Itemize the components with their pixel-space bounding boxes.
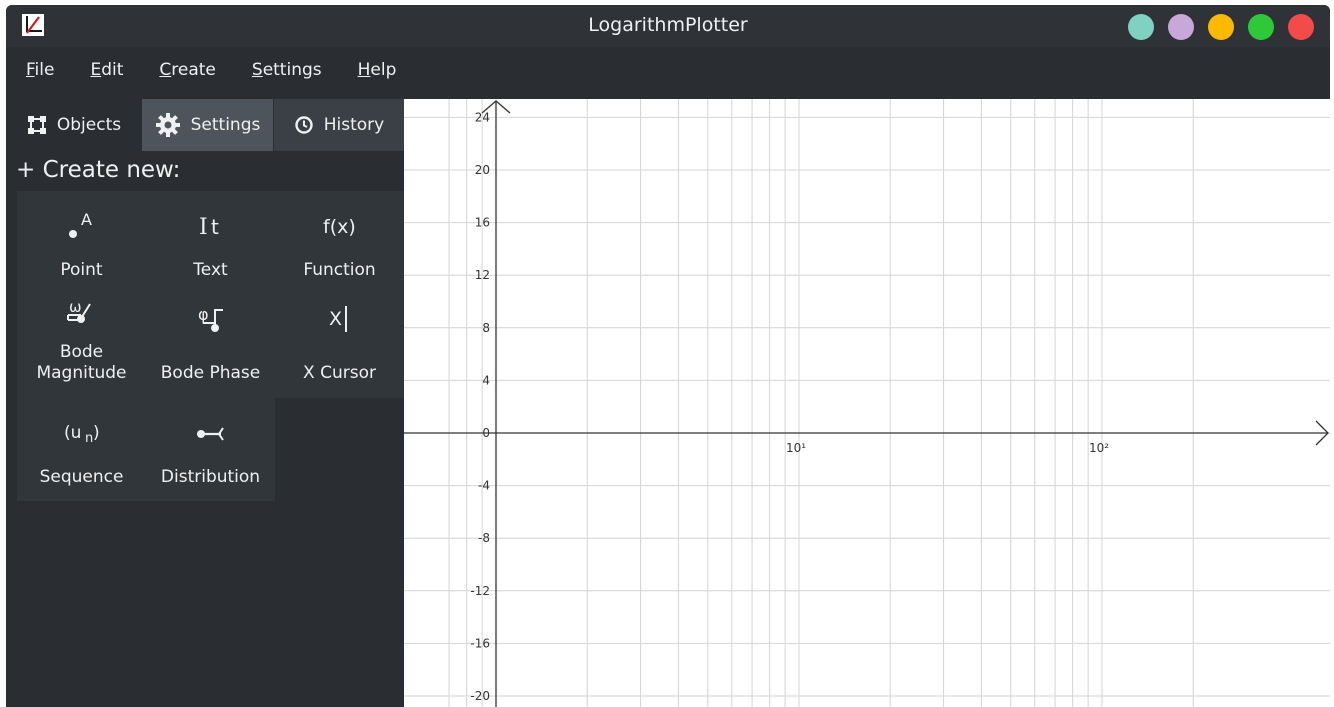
menu-edit[interactable]: Edit — [90, 53, 123, 89]
svg-text:(u: (u — [64, 423, 81, 443]
svg-text:ω: ω — [69, 298, 82, 316]
tab-objects[interactable]: Objects — [6, 99, 142, 151]
y-tick-label: -12 — [470, 584, 490, 598]
y-tick-label: 20 — [475, 163, 490, 177]
create-sequence-button[interactable]: (u n ) Sequence — [17, 398, 146, 501]
sidebar-tabs: Objects Settings History — [6, 99, 404, 151]
create-bode-magnitude-label: Bode Magnitude — [36, 342, 127, 383]
menu-help[interactable]: Help — [358, 53, 397, 89]
minimize-button[interactable] — [1208, 14, 1234, 40]
y-tick-label: 16 — [475, 216, 490, 230]
tab-settings[interactable]: Settings — [142, 99, 273, 151]
create-bode-phase-button[interactable]: φ Bode Phase — [146, 294, 275, 397]
create-point-button[interactable]: A Point — [17, 191, 146, 294]
y-tick-label: 4 — [482, 373, 490, 387]
window-button-lilac[interactable] — [1168, 14, 1194, 40]
create-function-button[interactable]: f(x) Function — [275, 191, 404, 294]
svg-text:f(x): f(x) — [323, 216, 356, 238]
y-tick-label: -20 — [470, 689, 490, 703]
y-tick-label: 12 — [475, 268, 490, 282]
tab-settings-label: Settings — [190, 115, 261, 135]
y-tick-label: 8 — [482, 321, 490, 335]
svg-text:A: A — [81, 210, 92, 229]
create-distribution-label: Distribution — [160, 467, 261, 487]
text-icon: I t — [146, 209, 275, 243]
x-cursor-icon: X — [275, 302, 404, 336]
svg-text:X: X — [329, 308, 342, 330]
x-tick-label: 10² — [1089, 441, 1109, 455]
create-distribution-button[interactable]: Distribution — [146, 398, 275, 501]
bode-magnitude-icon: ω — [17, 298, 146, 332]
sidebar: Objects Settings History + Create new: A… — [6, 99, 404, 707]
maximize-button[interactable] — [1248, 14, 1274, 40]
plot-svg[interactable]: 24 20 16 12 8 4 0 -4 -8 -12 -16 -20 10¹ 10² — [404, 99, 1330, 707]
svg-text:φ: φ — [198, 305, 209, 324]
create-sequence-label: Sequence — [39, 467, 124, 487]
svg-text:n: n — [85, 431, 93, 446]
svg-text:): ) — [93, 423, 100, 443]
create-text-label: Text — [193, 260, 228, 280]
point-icon: A — [17, 209, 146, 243]
svg-text:I: I — [199, 215, 208, 240]
x-tick-label: 10¹ — [786, 441, 806, 455]
create-point-label: Point — [60, 260, 103, 280]
create-bode-magnitude-button[interactable]: ω Bode Magnitude — [17, 294, 146, 397]
tab-objects-label: Objects — [56, 115, 122, 135]
app-window: LogarithmPlotter File Edit Create Settin… — [6, 5, 1330, 707]
y-tick-label: -16 — [470, 636, 490, 650]
create-bode-phase-label: Bode Phase — [160, 363, 261, 383]
create-x-cursor-button[interactable]: X X Cursor — [275, 294, 404, 397]
menu-create[interactable]: Create — [159, 53, 216, 89]
svg-text:t: t — [211, 215, 219, 239]
create-text-button[interactable]: I t Text — [146, 191, 275, 294]
clock-icon — [294, 115, 314, 135]
distribution-icon — [146, 416, 275, 450]
gear-icon — [155, 112, 181, 138]
create-object-grid: A Point I t Text f(x) Function ω Bode Ma… — [17, 191, 404, 501]
tab-history-label: History — [323, 115, 385, 135]
sequence-icon: (u n ) — [17, 416, 146, 450]
y-tick-label: -4 — [478, 479, 490, 493]
y-tick-label: -8 — [478, 531, 490, 545]
window-button-teal[interactable] — [1128, 14, 1154, 40]
menu-file[interactable]: File — [26, 53, 54, 89]
window-controls — [1128, 14, 1314, 40]
plot-canvas[interactable]: 24 20 16 12 8 4 0 -4 -8 -12 -16 -20 10¹ 10² — [404, 99, 1330, 707]
close-button[interactable] — [1288, 14, 1314, 40]
create-new-title: + Create new: — [16, 157, 181, 183]
tab-history[interactable]: History — [274, 99, 404, 151]
bode-phase-icon: φ — [146, 302, 275, 336]
menu-bar: File Edit Create Settings Help — [6, 53, 1330, 89]
create-function-label: Function — [303, 260, 376, 280]
create-x-cursor-label: X Cursor — [303, 363, 376, 383]
y-tick-label: 24 — [475, 110, 490, 124]
objects-icon — [27, 115, 47, 135]
y-tick-label: 0 — [482, 426, 490, 440]
menu-settings[interactable]: Settings — [252, 53, 322, 89]
function-icon: f(x) — [275, 209, 404, 243]
title-bar[interactable]: LogarithmPlotter — [6, 5, 1330, 47]
